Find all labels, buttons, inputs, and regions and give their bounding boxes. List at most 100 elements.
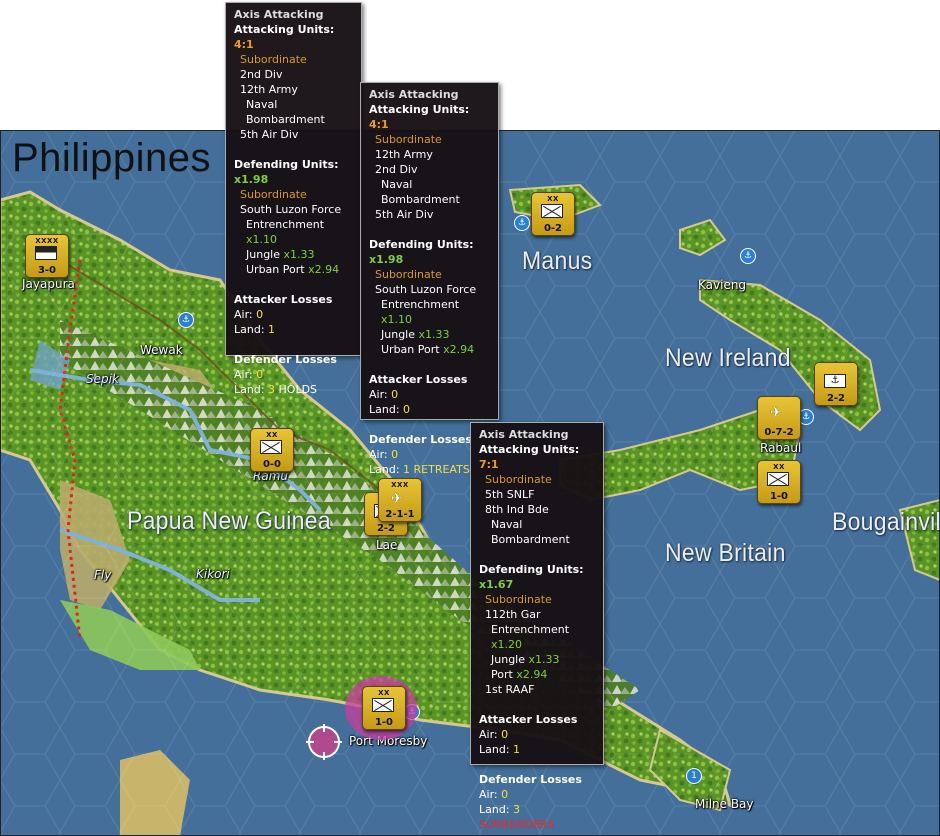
aircraft-icon: ✈: [391, 491, 403, 507]
land-losses: 1: [513, 743, 521, 756]
unit-name: Naval Bombardment: [246, 98, 325, 126]
land-label: Land:: [479, 803, 510, 816]
label-papua-new-guinea: Papua New Guinea: [127, 507, 331, 535]
panel-header: Axis Attacking: [479, 428, 569, 441]
modifier-name: Entrenchment: [491, 623, 570, 636]
modifier-name: Urban Port: [246, 263, 305, 276]
subordinate-label: Subordinate: [485, 473, 552, 486]
air-label: Air:: [479, 728, 498, 741]
modifier-value: x1.10: [246, 233, 278, 246]
land-losses: 1: [268, 323, 276, 336]
label-jayapura: Jayapura: [22, 277, 75, 291]
unit-counter-ramu[interactable]: XX 0-0: [250, 428, 294, 472]
anchor-icon: ⚓: [514, 215, 530, 231]
unit-counter-jayapura[interactable]: XXXX 3-0: [25, 234, 69, 278]
land-losses: 0: [403, 403, 411, 416]
attacker-losses-label: Attacker Losses: [479, 713, 578, 726]
combat-result: SURRENDERS: [479, 818, 555, 831]
unit-counter-manus[interactable]: XX 0-2: [531, 192, 575, 236]
unit-counter-lae-air[interactable]: XXX ✈ 2-1-1: [378, 478, 422, 522]
unit-name: 12th Army: [240, 83, 298, 96]
modifier-value: x2.94: [443, 343, 475, 356]
land-label: Land:: [369, 463, 400, 476]
modifier-value: x1.10: [381, 313, 413, 326]
defending-units-label: Defending Units:: [479, 563, 584, 576]
air-losses: 0: [391, 448, 399, 461]
combat-report-panel-1: Axis Attacking Attacking Units: 4:1 Subo…: [225, 2, 362, 396]
modifier-name: Entrenchment: [246, 218, 325, 231]
land-label: Land:: [369, 403, 400, 416]
attacking-units-label: Attacking Units:: [234, 23, 335, 36]
anchor-icon: ⚓: [178, 312, 194, 328]
land-losses: 1: [403, 463, 411, 476]
air-losses: 0: [501, 728, 509, 741]
subordinate-label: Subordinate: [375, 268, 442, 281]
land-losses: 3: [268, 383, 276, 396]
unit-counter-port-moresby[interactable]: XX 1-0: [362, 686, 406, 730]
air-losses: 0: [256, 308, 264, 321]
target-crosshair-icon[interactable]: [306, 724, 342, 760]
air-label: Air:: [234, 308, 253, 321]
label-sepik: Sepik: [86, 372, 119, 386]
modifier-name: Urban Port: [381, 343, 440, 356]
attacking-units-label: Attacking Units:: [369, 103, 470, 116]
combat-report-panel-2: Axis Attacking Attacking Units: 4:1 Subo…: [360, 82, 499, 476]
combat-report-panel-3: Axis Attacking Attacking Units: 7:1 Subo…: [470, 422, 604, 831]
modifier-value: x2.94: [308, 263, 340, 276]
hq-icon: [35, 246, 57, 260]
attacking-units-label: Attacking Units:: [479, 443, 580, 456]
defense-multiplier: x1.98: [369, 253, 404, 266]
unit-counter-rabaul-infantry[interactable]: XX 1-0: [757, 460, 801, 504]
modifier-name: Jungle: [491, 653, 525, 666]
unit-name: 112th Gar: [485, 608, 541, 621]
label-new-ireland: New Ireland: [665, 344, 791, 372]
anchor-icon: ⚓: [740, 248, 756, 264]
unit-counter-new-ireland[interactable]: ⚓ 2-2: [814, 362, 858, 406]
map-title: Philippines: [12, 136, 211, 180]
defending-units-label: Defending Units:: [234, 158, 339, 171]
label-kikori: Kikori: [196, 567, 230, 581]
panel-header: Axis Attacking: [369, 88, 459, 101]
air-label: Air:: [234, 368, 253, 381]
subordinate-label: Subordinate: [375, 133, 442, 146]
modifier-value: x1.20: [491, 638, 523, 651]
air-losses: 0: [501, 788, 509, 801]
label-wewak: Wewak: [140, 343, 183, 357]
odds-value: 4:1: [234, 38, 254, 51]
land-label: Land:: [234, 323, 265, 336]
combat-result: HOLDS: [278, 383, 318, 396]
unit-name: 1st RAAF: [485, 683, 535, 696]
unit-name: South Luzon Force: [240, 203, 342, 216]
defense-multiplier: x1.98: [234, 173, 269, 186]
supply-number-icon: 1: [686, 768, 702, 784]
infantry-icon: [541, 204, 563, 218]
unit-name: 2nd Div: [375, 163, 418, 176]
air-label: Air:: [369, 388, 388, 401]
unit-name: 8th Ind Bde: [485, 503, 549, 516]
defender-losses-label: Defender Losses: [234, 353, 337, 366]
subordinate-label: Subordinate: [485, 593, 552, 606]
air-label: Air:: [369, 448, 388, 461]
unit-name: Naval Bombardment: [491, 518, 570, 546]
modifier-name: Jungle: [381, 328, 415, 341]
infantry-icon: [260, 440, 282, 454]
modifier-value: x2.94: [516, 668, 548, 681]
defending-units-label: Defending Units:: [369, 238, 474, 251]
odds-value: 4:1: [369, 118, 389, 131]
infantry-icon: [767, 472, 789, 486]
odds-value: 7:1: [479, 458, 499, 471]
label-fly: Fly: [94, 568, 112, 582]
modifier-name: Jungle: [246, 248, 280, 261]
modifier-name: Entrenchment: [381, 298, 460, 311]
unit-name: 5th SNLF: [485, 488, 535, 501]
panel-header: Axis Attacking: [234, 8, 324, 21]
defender-losses-label: Defender Losses: [479, 773, 582, 786]
modifier-value: x1.33: [418, 328, 450, 341]
aircraft-icon: ✈: [770, 405, 782, 421]
air-label: Air:: [479, 788, 498, 801]
unit-counter-rabaul-air[interactable]: ✈ 0-7-2: [757, 396, 801, 440]
unit-name: 2nd Div: [240, 68, 283, 81]
defense-multiplier: x1.67: [479, 578, 514, 591]
unit-name: Naval Bombardment: [381, 178, 460, 206]
label-lae: Lae: [376, 538, 398, 552]
